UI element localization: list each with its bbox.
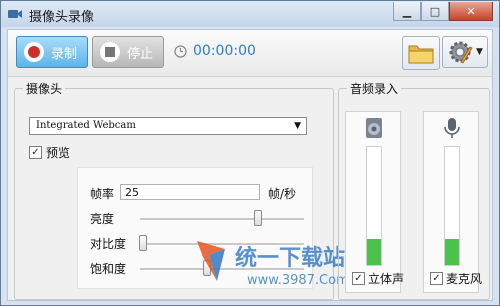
toolbar: 录制 停止 00:00:00 ▼ [8,30,492,77]
folder-icon [408,45,434,64]
title-bar[interactable]: 摄像头录像 ▁ □ ✕ [1,1,499,27]
app-window: 摄像头录像 ▁ □ ✕ 录制 停止 00:00:00 ▼ 摄像头 Integra… [0,0,500,306]
stop-label: 停止 [127,46,154,62]
camera-group: 摄像头 Integrated Webcam ▼ ✓ 预览 帧率 25 帧/秒 亮… [14,80,349,300]
preview-label: 预览 [46,146,71,160]
gear-icon [449,41,473,64]
fps-label: 帧率 [90,187,115,201]
contrast-label: 对比度 [90,237,127,251]
timer-value: 00:00:00 [193,43,256,59]
brightness-label: 亮度 [90,212,115,226]
microphone-label: 麦克风 [446,272,483,286]
microphone-checkbox-row[interactable]: ✓ 麦克风 [430,270,482,287]
window-controls: ▁ □ ✕ [393,2,493,21]
camera-group-label: 摄像头 [23,80,66,97]
clock-icon [174,44,187,58]
contrast-slider[interactable] [139,235,304,251]
maximize-icon: □ [429,4,441,18]
preview-checkbox-row[interactable]: ✓ 预览 [29,144,70,161]
record-button[interactable]: 录制 [16,36,88,68]
audio-group-label: 音频录入 [347,80,402,97]
contrast-slider-thumb[interactable] [139,235,148,251]
minimize-button[interactable]: ▁ [393,2,421,21]
brightness-slider[interactable] [140,210,304,226]
minimize-icon: ▁ [402,4,412,18]
open-folder-button[interactable] [402,36,440,70]
speaker-icon [366,118,382,138]
camera-app-icon [8,10,22,18]
fps-unit: 帧/秒 [268,187,297,201]
saturation-label: 饱和度 [90,262,127,276]
stereo-level-fill [367,239,381,265]
microphone-level-fill [445,239,459,265]
close-button[interactable]: ✕ [449,2,493,21]
microphone-mixer: ✓ 麦克风 [423,111,482,293]
close-icon: ✕ [466,4,476,18]
video-properties-panel: 帧率 25 帧/秒 亮度 对比度 饱和度 [77,167,313,289]
stereo-mixer: ✓ 立体声 [345,111,404,293]
settings-button[interactable]: ▼ [442,36,488,68]
microphone-checkbox[interactable]: ✓ [430,272,443,285]
audio-group: 音频录入 ✓ 立体声 ✓ 麦克风 [338,80,490,300]
fps-input[interactable]: 25 [120,184,260,200]
window-title: 摄像头录像 [29,10,95,25]
stereo-level-meter [366,146,382,266]
saturation-slider-thumb[interactable] [203,260,212,276]
microphone-level-meter [444,146,460,266]
camera-device-value: Integrated Webcam [36,120,136,131]
preview-checkbox[interactable]: ✓ [29,146,42,159]
maximize-button[interactable]: □ [421,2,449,21]
microphone-icon [444,118,460,138]
stereo-checkbox-row[interactable]: ✓ 立体声 [352,270,404,287]
saturation-slider[interactable] [140,260,304,276]
record-label: 录制 [51,46,78,62]
record-icon [24,42,44,62]
client-area: 录制 停止 00:00:00 ▼ 摄像头 Integrated Webcam ▼… [7,29,493,301]
stop-icon [100,42,120,62]
chevron-down-icon: ▼ [294,121,301,131]
fps-value: 25 [125,186,139,199]
camera-device-select[interactable]: Integrated Webcam ▼ [29,117,307,135]
stop-button[interactable]: 停止 [92,36,164,68]
brightness-slider-thumb[interactable] [254,210,263,226]
timer: 00:00:00 [174,43,256,59]
stereo-label: 立体声 [368,272,405,286]
stereo-checkbox[interactable]: ✓ [352,272,365,285]
chevron-down-icon: ▼ [476,47,483,57]
